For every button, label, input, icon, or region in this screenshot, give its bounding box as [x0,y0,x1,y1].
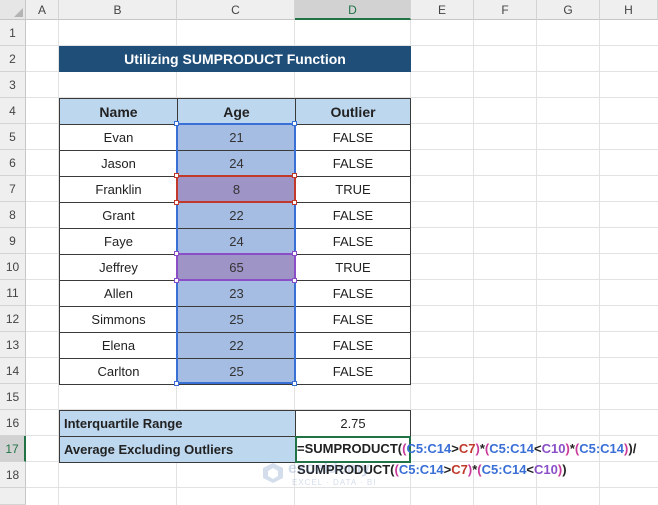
table-cell-age[interactable]: 8 [177,176,296,203]
column-header-g[interactable]: G [537,0,600,20]
row-header-2[interactable]: 2 [0,46,26,72]
spreadsheet: A B C D E F G H 1 2 3 4 5 6 7 8 9 10 11 … [0,0,658,505]
select-all-corner[interactable] [0,0,26,20]
row-header-6[interactable]: 6 [0,150,26,176]
table-cell-name[interactable]: Allen [59,280,178,307]
watermark-name: exceldemy [288,460,370,477]
column-header-h[interactable]: H [600,0,658,20]
table-cell-age[interactable]: 22 [177,202,296,229]
range-handle[interactable] [292,251,297,256]
table-cell-name[interactable]: Jason [59,150,178,177]
row-header-4[interactable]: 4 [0,98,26,124]
range-handle[interactable] [292,278,297,283]
table-cell-age[interactable]: 65 [177,254,296,281]
table-cell-outlier[interactable]: TRUE [295,176,411,203]
table-cell-outlier[interactable]: FALSE [295,280,411,307]
table-cell-name[interactable]: Carlton [59,358,178,385]
table-cell-name[interactable]: Elena [59,332,178,359]
row-header-11[interactable]: 11 [0,280,26,306]
table-cell-age[interactable]: 23 [177,280,296,307]
header-age[interactable]: Age [177,98,296,125]
row-header-18[interactable]: 18 [0,462,26,488]
table-cell-outlier[interactable]: FALSE [295,358,411,385]
row-header-16[interactable]: 16 [0,410,26,436]
row-header-5[interactable]: 5 [0,124,26,150]
table-cell-outlier[interactable]: TRUE [295,254,411,281]
table-cell-outlier[interactable]: FALSE [295,228,411,255]
table-cell-name[interactable]: Grant [59,202,178,229]
table-cell-name[interactable]: Faye [59,228,178,255]
column-header-a[interactable]: A [26,0,59,20]
column-header-f[interactable]: F [474,0,537,20]
row-header-13[interactable]: 13 [0,332,26,358]
row-header-8[interactable]: 8 [0,202,26,228]
range-handle[interactable] [292,173,297,178]
row-header-12[interactable]: 12 [0,306,26,332]
row-header-7[interactable]: 7 [0,176,26,202]
column-header-c[interactable]: C [177,0,295,20]
table-cell-age[interactable]: 21 [177,124,296,151]
range-handle[interactable] [174,251,179,256]
table-cell-age[interactable]: 25 [177,358,296,385]
table-cell-name[interactable]: Evan [59,124,178,151]
watermark: exceldemy EXCEL · DATA · BI [258,460,388,490]
table-cell-age[interactable]: 25 [177,306,296,333]
range-handle[interactable] [174,121,179,126]
table-cell-name[interactable]: Simmons [59,306,178,333]
column-header-d[interactable]: D [295,0,411,20]
range-handle[interactable] [292,381,297,386]
avg-excluding-outliers-label[interactable]: Average Excluding Outliers [59,436,296,463]
table-cell-outlier[interactable]: FALSE [295,306,411,333]
column-header-b[interactable]: B [59,0,177,20]
header-name[interactable]: Name [59,98,178,125]
sheet-title[interactable]: Utilizing SUMPRODUCT Function [59,46,411,72]
row-header-10[interactable]: 10 [0,254,26,280]
row-header-19[interactable] [0,488,26,505]
iqr-label[interactable]: Interquartile Range [59,410,296,437]
range-handle[interactable] [174,381,179,386]
range-handle[interactable] [174,278,179,283]
range-handle[interactable] [174,200,179,205]
watermark-logo-icon [263,463,283,483]
table-cell-age[interactable]: 24 [177,228,296,255]
table-cell-outlier[interactable]: FALSE [295,124,411,151]
row-header-3[interactable]: 3 [0,72,26,98]
column-header-e[interactable]: E [411,0,474,20]
table-cell-name[interactable]: Franklin [59,176,178,203]
row-header-1[interactable]: 1 [0,20,26,46]
row-header-17[interactable]: 17 [0,436,26,462]
range-handle[interactable] [174,173,179,178]
table-cell-outlier[interactable]: FALSE [295,150,411,177]
range-handle[interactable] [292,200,297,205]
watermark-tagline: EXCEL · DATA · BI [292,478,377,487]
row-header-14[interactable]: 14 [0,358,26,384]
header-outlier[interactable]: Outlier [295,98,411,125]
iqr-value[interactable]: 2.75 [295,410,411,437]
table-cell-age[interactable]: 22 [177,332,296,359]
table-cell-outlier[interactable]: FALSE [295,332,411,359]
row-header-15[interactable]: 15 [0,384,26,410]
row-header-9[interactable]: 9 [0,228,26,254]
range-handle[interactable] [292,121,297,126]
select-all-triangle-icon [14,8,23,17]
table-cell-age[interactable]: 24 [177,150,296,177]
formula-line-1: =SUMPRODUCT((C5:C14>C7)*(C5:C14<C10)*(C5… [297,441,637,456]
table-cell-outlier[interactable]: FALSE [295,202,411,229]
table-cell-name[interactable]: Jeffrey [59,254,178,281]
